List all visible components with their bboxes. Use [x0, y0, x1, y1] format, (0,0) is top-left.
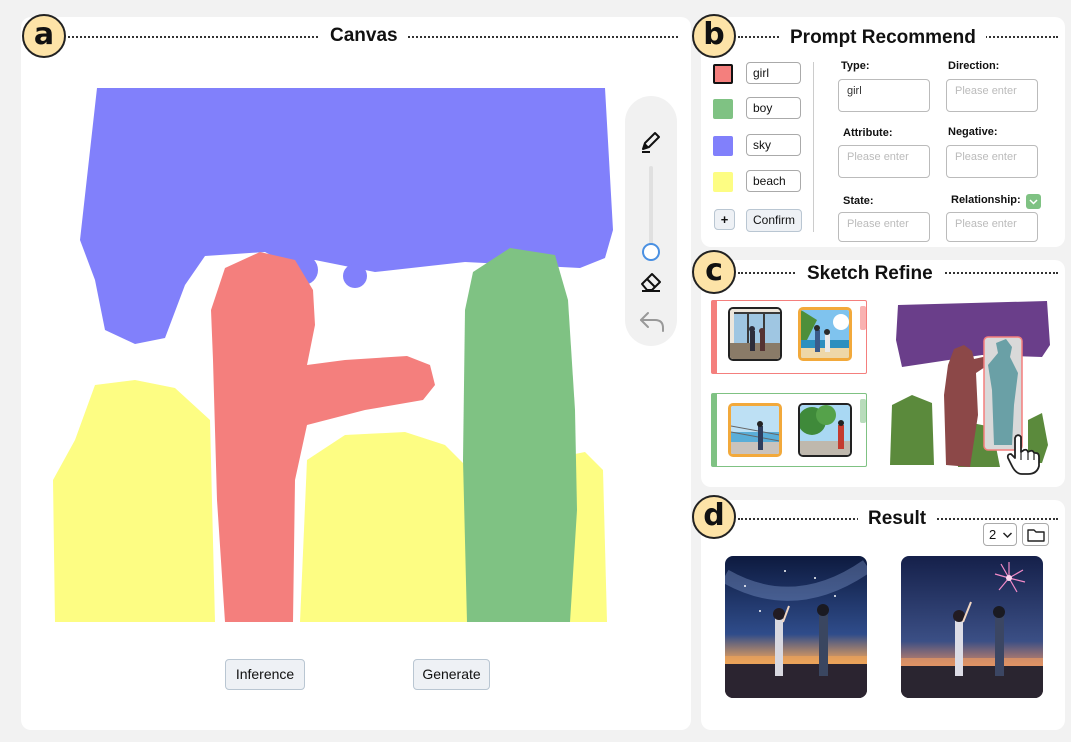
add-prompt-button[interactable]: +	[714, 209, 735, 230]
boy-stroke	[463, 248, 577, 622]
hand-cursor-icon	[1006, 434, 1040, 475]
result-image[interactable]	[901, 556, 1043, 698]
group-scroll-handle[interactable]	[860, 306, 866, 330]
prompt-tag-sky[interactable]: sky	[746, 134, 801, 156]
relationship-input[interactable]: Please enter	[946, 212, 1038, 242]
panel-badge-b: b	[692, 14, 736, 58]
brush-size-track[interactable]	[649, 166, 653, 244]
folder-icon	[1027, 529, 1045, 542]
candidate-thumb-selected[interactable]	[798, 307, 852, 361]
direction-input[interactable]: Please enter	[946, 79, 1038, 112]
chevron-down-icon	[1029, 199, 1038, 205]
group-scroll-handle[interactable]	[860, 399, 866, 423]
relationship-label: Relationship:	[951, 194, 1021, 206]
panel-divider	[813, 62, 814, 232]
prompt-tag-beach[interactable]: beach	[746, 170, 801, 192]
sketch-refine-title: Sketch Refine	[797, 263, 943, 285]
canvas-title: Canvas	[320, 25, 408, 47]
result-title: Result	[858, 508, 937, 530]
confirm-button[interactable]: Confirm	[746, 209, 802, 232]
generate-button[interactable]: Generate	[413, 659, 490, 690]
color-swatch-girl[interactable]	[713, 64, 733, 84]
eraser-icon[interactable]	[638, 268, 664, 294]
candidate-thumb-selected[interactable]	[728, 403, 782, 457]
attribute-label: Attribute:	[843, 127, 893, 139]
folder-button[interactable]	[1022, 523, 1049, 546]
drawing-canvas[interactable]	[45, 80, 620, 630]
result-image[interactable]	[725, 556, 867, 698]
candidate-thumb[interactable]	[728, 307, 782, 361]
relationship-toggle[interactable]	[1026, 194, 1041, 209]
candidate-thumb[interactable]	[798, 403, 852, 457]
pen-icon[interactable]	[638, 128, 664, 154]
type-input[interactable]: girl	[838, 79, 930, 112]
color-swatch-boy[interactable]	[713, 99, 733, 119]
result-count-value: 2	[989, 527, 997, 542]
undo-icon[interactable]	[638, 308, 666, 334]
prompt-tag-boy[interactable]: boy	[746, 97, 801, 119]
panel-badge-a: a	[22, 14, 66, 58]
brush-size-slider-handle[interactable]	[642, 243, 660, 261]
state-input[interactable]: Please enter	[838, 212, 930, 242]
inference-button[interactable]: Inference	[225, 659, 305, 690]
negative-input[interactable]: Please enter	[946, 145, 1038, 178]
prompt-recommend-title: Prompt Recommend	[780, 27, 986, 49]
color-swatch-sky[interactable]	[713, 136, 733, 156]
prompt-tag-girl[interactable]: girl	[746, 62, 801, 84]
negative-label: Negative:	[948, 126, 998, 138]
state-label: State:	[843, 195, 874, 207]
attribute-input[interactable]: Please enter	[838, 145, 930, 178]
panel-badge-d: d	[692, 495, 736, 539]
result-count-select[interactable]: 2	[983, 523, 1017, 546]
color-swatch-beach[interactable]	[713, 172, 733, 192]
chevron-down-icon	[1002, 532, 1013, 539]
direction-label: Direction:	[948, 60, 1000, 72]
panel-badge-c: c	[692, 250, 736, 294]
type-label: Type:	[841, 60, 870, 72]
